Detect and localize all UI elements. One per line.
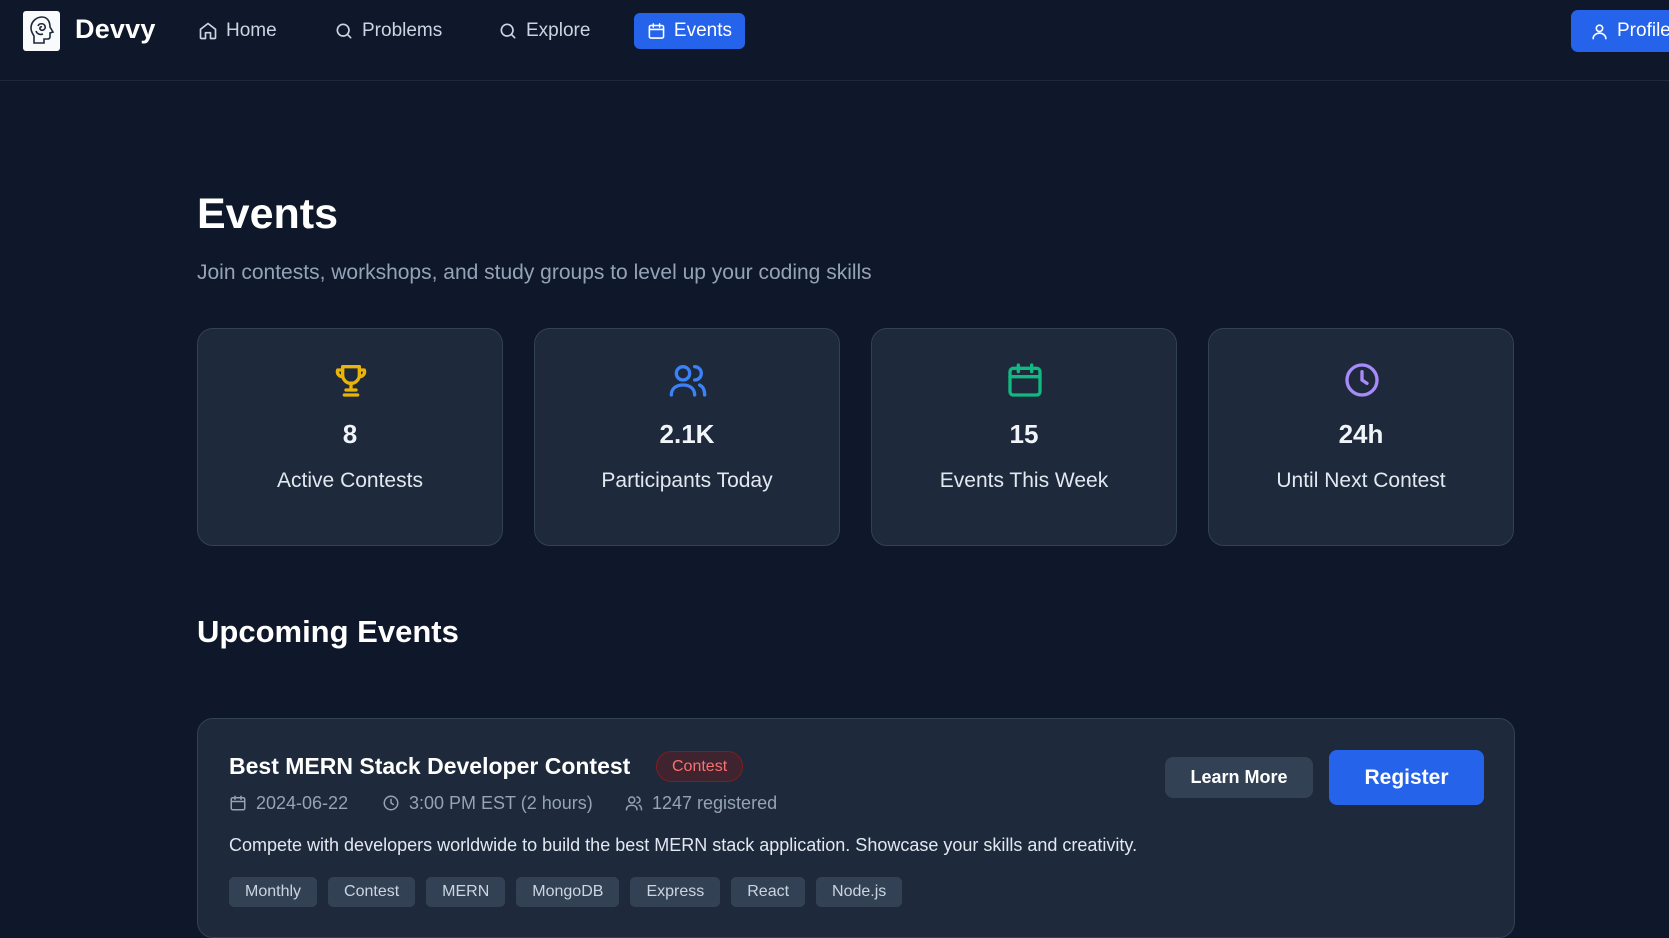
calendar-icon <box>648 23 665 39</box>
learn-more-button[interactable]: Learn More <box>1165 757 1313 798</box>
user-icon <box>1592 23 1607 39</box>
event-time-text: 3:00 PM EST (2 hours) <box>409 792 593 813</box>
page-title: Events <box>197 190 339 238</box>
event-tags: Monthly Contest MERN MongoDB Express Rea… <box>229 877 903 907</box>
stat-value: 15 <box>1009 419 1039 449</box>
stat-card-until-next-contest: 24h Until Next Contest <box>1208 328 1514 546</box>
home-icon <box>199 22 217 40</box>
search-icon <box>336 23 352 39</box>
page-subtitle: Join contests, workshops, and study grou… <box>197 261 872 284</box>
brain-logo-icon <box>29 16 54 44</box>
event-tag[interactable]: Contest <box>328 877 416 907</box>
calendar-icon <box>1008 363 1042 397</box>
stat-card-participants-today: 2.1K Participants Today <box>534 328 840 546</box>
event-card: Best MERN Stack Developer Contest Contes… <box>197 718 1515 938</box>
nav-problems[interactable]: Problems <box>321 13 455 49</box>
register-button[interactable]: Register <box>1329 750 1484 805</box>
event-tag[interactable]: Express <box>630 877 721 907</box>
trophy-icon <box>335 365 367 397</box>
stat-label: Events This Week <box>939 469 1109 492</box>
clock-icon <box>383 795 399 811</box>
stat-value: 8 <box>342 419 358 449</box>
users-icon <box>669 365 707 397</box>
event-date: 2024-06-22 <box>229 791 348 815</box>
calendar-icon <box>230 795 246 811</box>
event-tag[interactable]: MERN <box>426 877 506 907</box>
nav-explore-label: Explore <box>526 20 591 41</box>
brand-name[interactable]: Devvy <box>75 14 156 45</box>
event-tag[interactable]: Monthly <box>229 877 318 907</box>
event-type-badge: Contest <box>656 751 744 782</box>
search-icon <box>500 23 516 39</box>
event-registered: 1247 registered <box>625 791 777 815</box>
event-date-text: 2024-06-22 <box>256 792 349 813</box>
stat-card-active-contests: 8 Active Contests <box>197 328 503 546</box>
profile-label: Profile <box>1617 20 1669 41</box>
stat-card-events-this-week: 15 Events This Week <box>871 328 1177 546</box>
nav-events-label: Events <box>673 20 732 41</box>
stat-value: 2.1K <box>659 419 715 449</box>
top-navbar: Devvy Home Problems Explore Events Profi… <box>0 0 1669 81</box>
event-tag[interactable]: MongoDB <box>516 877 620 907</box>
event-description: Compete with developers worldwide to bui… <box>229 835 1138 855</box>
event-tag[interactable]: Node.js <box>816 877 903 907</box>
nav-home[interactable]: Home <box>185 13 290 49</box>
event-registered-text: 1247 registered <box>652 792 778 813</box>
event-tag[interactable]: React <box>731 877 806 907</box>
event-time: 3:00 PM EST (2 hours) <box>382 791 593 815</box>
upcoming-events-title: Upcoming Events <box>197 614 459 649</box>
stat-label: Active Contests <box>277 469 423 492</box>
profile-button[interactable]: Profile <box>1571 10 1669 52</box>
nav-problems-label: Problems <box>362 20 443 41</box>
nav-events[interactable]: Events <box>634 13 745 49</box>
clock-icon <box>1345 363 1379 397</box>
stat-value: 24h <box>1338 419 1384 449</box>
devvy-logo[interactable] <box>23 11 60 51</box>
stat-label: Participants Today <box>601 469 773 492</box>
stat-label: Until Next Contest <box>1276 469 1446 492</box>
nav-explore[interactable]: Explore <box>485 13 603 49</box>
users-icon <box>625 796 643 811</box>
event-title[interactable]: Best MERN Stack Developer Contest <box>229 753 630 780</box>
nav-home-label: Home <box>226 20 277 41</box>
